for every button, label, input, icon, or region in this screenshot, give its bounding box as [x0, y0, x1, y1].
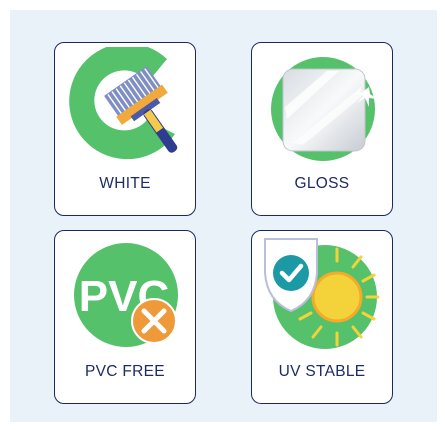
card-label: GLOSS: [294, 175, 350, 192]
card-label: UV STABLE: [278, 363, 366, 380]
feature-card-pvc-free: PVC PVC FREE: [54, 230, 196, 404]
feature-card-gloss: GLOSS: [251, 42, 393, 216]
paint-brush-icon: [69, 47, 178, 160]
feature-card-white: WHITE: [54, 42, 196, 216]
feature-card-uv-stable: UV STABLE: [251, 230, 393, 404]
uv-stable-sun-icon: [264, 238, 380, 349]
feature-panel: WHITE GLOSS PVC PVC FREE UV STABLE: [10, 10, 437, 422]
card-label: WHITE: [99, 175, 151, 192]
gloss-sheen-icon: [271, 57, 377, 161]
card-label: PVC FREE: [85, 363, 165, 380]
pvc-free-icon: PVC: [74, 243, 178, 347]
